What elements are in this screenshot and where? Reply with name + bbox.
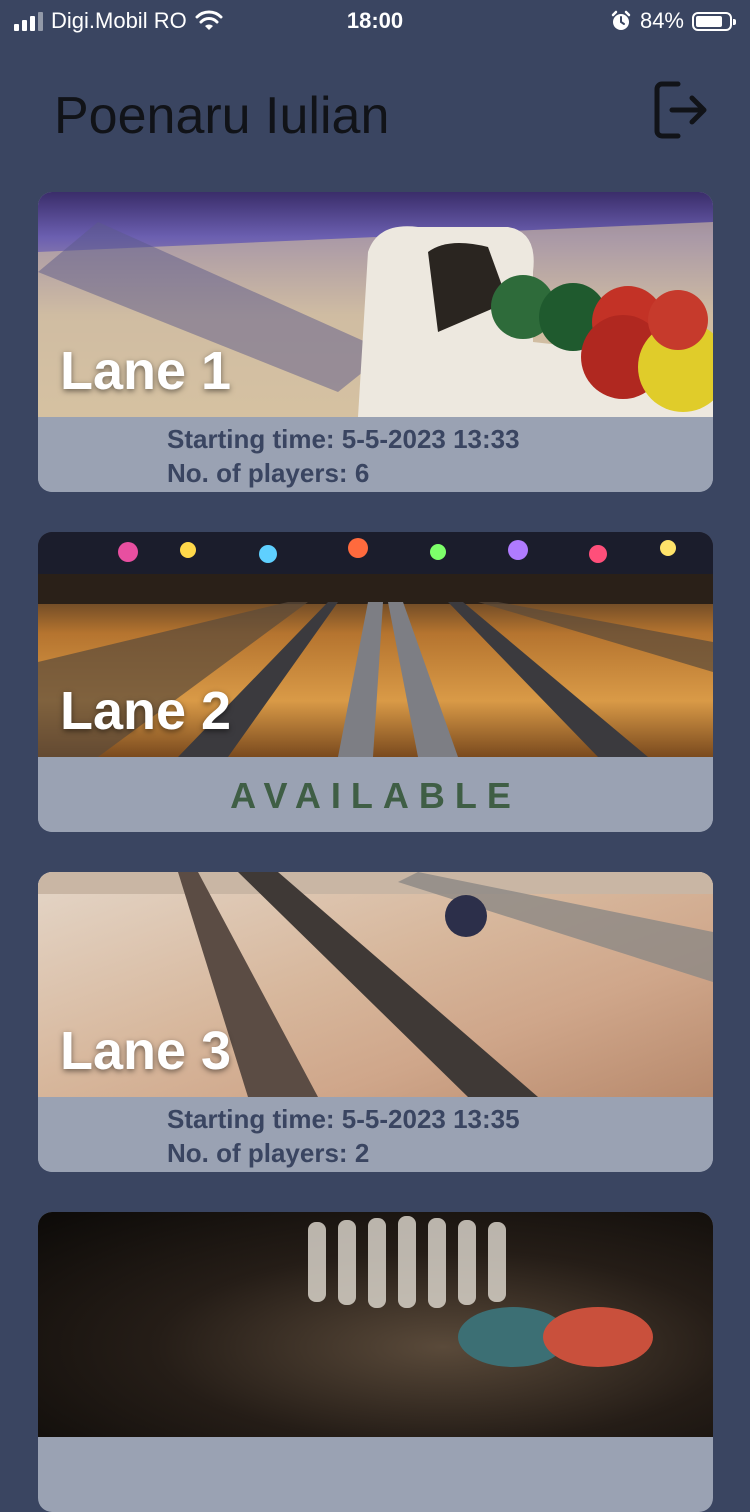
lane-image <box>38 1212 713 1437</box>
lane-name: Lane 3 <box>60 1021 232 1081</box>
status-bar: Digi.Mobil RO 18:00 84% <box>0 0 750 44</box>
lane-name: Lane 1 <box>60 341 232 401</box>
battery-percent: 84% <box>639 8 684 33</box>
lane-card[interactable]: Lane 1 Starting time: 5-5-2023 13:33 No.… <box>38 192 713 492</box>
status-right: 84% <box>610 8 736 34</box>
bowling-pins-photo <box>308 1216 653 1367</box>
lane-name: Lane 2 <box>60 681 232 741</box>
page-title: Poenaru Iulian <box>54 87 390 145</box>
lane-card[interactable]: Lane 2 AVAILABLE <box>38 532 713 832</box>
players-count: No. of players: 6 <box>167 458 370 488</box>
logout-icon <box>654 81 707 139</box>
lane-card[interactable] <box>38 1212 713 1512</box>
battery-icon <box>692 11 736 31</box>
players-count: No. of players: 2 <box>167 1138 370 1168</box>
logout-button[interactable] <box>650 76 710 144</box>
lane-card[interactable]: Lane 3 Starting time: 5-5-2023 13:35 No.… <box>38 872 713 1172</box>
lane-info: Starting time: 5-5-2023 13:35 No. of pla… <box>38 1097 713 1172</box>
lane-info: AVAILABLE <box>38 757 713 832</box>
starting-time: Starting time: 5-5-2023 13:35 <box>167 1104 520 1134</box>
available-label: AVAILABLE <box>230 775 521 816</box>
alarm-icon <box>611 10 631 30</box>
lane-info: Starting time: 5-5-2023 13:33 No. of pla… <box>38 417 713 492</box>
starting-time: Starting time: 5-5-2023 13:33 <box>167 424 520 454</box>
header: Poenaru Iulian <box>0 72 750 168</box>
